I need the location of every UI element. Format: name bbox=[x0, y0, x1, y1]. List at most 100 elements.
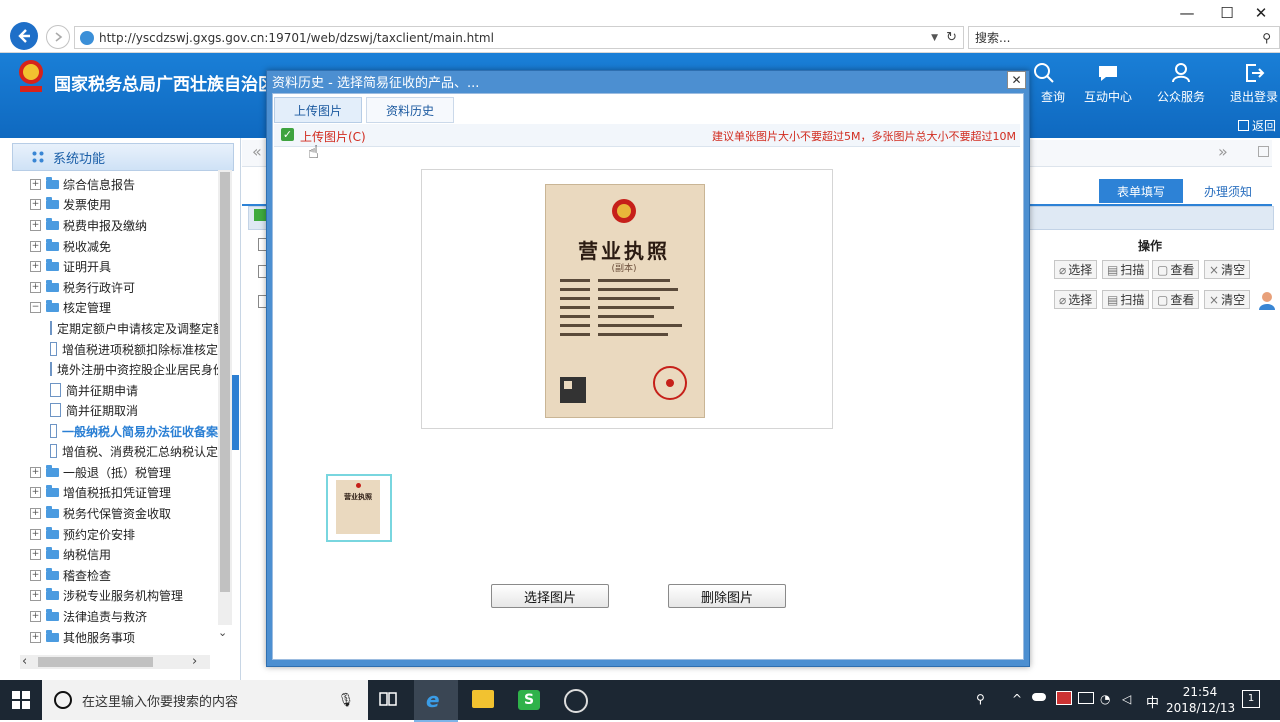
taskbar-ie-button[interactable]: e bbox=[414, 680, 458, 722]
back-link[interactable]: 返回 bbox=[1238, 117, 1276, 134]
scan-button[interactable]: ▤ 扫描 bbox=[1102, 290, 1150, 309]
address-bar[interactable]: http://yscdzswj.gxgs.gov.cn:19701/web/dz… bbox=[74, 26, 964, 49]
volume-icon[interactable]: ◁ bbox=[1122, 692, 1131, 706]
scanner-icon: ▤ bbox=[1107, 262, 1119, 277]
nav-interaction-center[interactable]: 互动中心 bbox=[1078, 58, 1138, 105]
taskbar-clock[interactable]: 21:54 2018/12/13 bbox=[1166, 684, 1235, 716]
scroll-down-icon[interactable]: ⌄ bbox=[218, 626, 227, 639]
sidebar-item[interactable]: + 其他服务事项 bbox=[30, 627, 135, 647]
scanner-icon: ▤ bbox=[1107, 292, 1119, 307]
sidebar-hscrollbar[interactable] bbox=[20, 655, 210, 669]
tab-form-fill[interactable]: 表单填写 bbox=[1099, 179, 1183, 203]
sidebar-item[interactable]: + 证明开具 bbox=[30, 256, 111, 276]
search-placeholder: 搜索... bbox=[975, 31, 1011, 45]
hand-cursor-icon: ☝ bbox=[308, 142, 319, 163]
battery-icon[interactable] bbox=[1078, 692, 1094, 704]
sidebar-item[interactable]: + 综合信息报告 bbox=[30, 174, 135, 194]
sidebar-item[interactable]: + 纳税信用 bbox=[30, 544, 111, 564]
microphone-icon[interactable]: 🎙 bbox=[337, 693, 354, 708]
sidebar-subitem[interactable]: 增值税、消费税汇总纳税认定 bbox=[50, 441, 218, 461]
sidebar-item[interactable]: + 税务代保管资金收取 bbox=[30, 503, 171, 523]
sidebar-subitem[interactable]: 增值税进项税额扣除标准核定 bbox=[50, 339, 218, 359]
sidebar-item[interactable]: + 预约定价安排 bbox=[30, 524, 135, 544]
clock-app-icon[interactable] bbox=[564, 689, 588, 713]
sidebar-scrollbar[interactable] bbox=[218, 170, 232, 625]
nav-public-service[interactable]: 公众服务 bbox=[1151, 58, 1211, 105]
select-image-button[interactable]: 选择图片 bbox=[491, 584, 609, 608]
sidebar-item[interactable]: + 涉税专业服务机构管理 bbox=[30, 585, 183, 605]
clear-button[interactable]: × 清空 bbox=[1204, 260, 1251, 279]
view-icon: ▢ bbox=[1157, 262, 1169, 277]
sidebar-subitem[interactable]: 境外注册中资控股企业居民身份 bbox=[50, 359, 218, 379]
sidebar-item[interactable]: + 法律追责与救济 bbox=[30, 606, 147, 626]
dialog-title: 资料历史 - 选择简易征收的产品、... bbox=[272, 76, 480, 91]
restore-icon[interactable] bbox=[1258, 146, 1269, 157]
service-person-icon bbox=[1172, 63, 1190, 83]
back-button[interactable] bbox=[10, 22, 38, 50]
task-view-icon[interactable] bbox=[378, 690, 400, 710]
folder-icon bbox=[46, 279, 59, 292]
browser-search-box[interactable]: 搜索... ⚲ bbox=[968, 26, 1280, 49]
network-icon[interactable]: ◔ bbox=[1100, 692, 1110, 706]
security-icon[interactable] bbox=[1056, 691, 1072, 705]
ime-indicator[interactable]: 中 bbox=[1146, 692, 1159, 711]
sidebar-item[interactable]: + 税务行政许可 bbox=[30, 277, 135, 297]
image-thumbnail[interactable]: 营业执照 bbox=[326, 474, 392, 542]
sidebar-item[interactable]: + 发票使用 bbox=[30, 194, 111, 214]
taskbar-search[interactable]: 在这里输入你要搜索的内容 🎙 bbox=[42, 680, 368, 720]
return-icon bbox=[1238, 120, 1249, 131]
document-icon bbox=[50, 342, 57, 356]
scan-button[interactable]: ▤ 扫描 bbox=[1102, 260, 1150, 279]
view-button[interactable]: ▢ 查看 bbox=[1152, 260, 1200, 279]
chevron-up-icon[interactable]: ^ bbox=[1012, 692, 1022, 706]
windows-start-button[interactable] bbox=[12, 691, 30, 712]
people-icon[interactable]: ⚲ bbox=[976, 692, 985, 706]
onedrive-icon[interactable] bbox=[1032, 693, 1046, 701]
sidebar-item[interactable]: + 一般退（抵）税管理 bbox=[30, 462, 171, 482]
notification-icon[interactable]: 1 bbox=[1242, 690, 1260, 708]
folder-icon bbox=[46, 546, 59, 559]
dialog-close-button[interactable]: ✕ bbox=[1007, 71, 1026, 89]
dropdown-icon[interactable]: ▼ bbox=[931, 33, 938, 43]
double-chevron-right-icon[interactable]: » bbox=[1218, 142, 1228, 161]
tab-upload-image[interactable]: 上传图片 bbox=[274, 97, 362, 123]
document-icon bbox=[50, 362, 52, 376]
paperclip-icon: ⌀ bbox=[1059, 262, 1067, 277]
scroll-right-icon[interactable]: › bbox=[192, 654, 197, 669]
sidebar-subitem[interactable]: 简并征期取消 bbox=[50, 400, 218, 420]
smart-assistant-widget[interactable] bbox=[1257, 290, 1279, 342]
view-button[interactable]: ▢ 查看 bbox=[1152, 290, 1200, 309]
refresh-icon[interactable]: ↻ bbox=[946, 30, 957, 45]
sidebar-header: 系统功能 bbox=[12, 143, 234, 171]
delete-image-button[interactable]: 删除图片 bbox=[668, 584, 786, 608]
ie-page-icon bbox=[80, 30, 94, 45]
forward-button[interactable] bbox=[46, 25, 70, 49]
folder-icon bbox=[46, 567, 59, 580]
sidebar-subitem[interactable]: 定期定额户申请核定及调整定额 bbox=[50, 318, 218, 338]
sidebar-subitem[interactable]: 简并征期申请 bbox=[50, 380, 218, 400]
sidebar-subitem-active[interactable]: 一般纳税人简易办法征收备案 bbox=[50, 421, 218, 441]
attach-select-button[interactable]: ⌀ 选择 bbox=[1054, 260, 1098, 279]
clear-button[interactable]: × 清空 bbox=[1204, 290, 1251, 309]
attach-select-button[interactable]: ⌀ 选择 bbox=[1054, 290, 1098, 309]
sidebar-item[interactable]: + 稽查检查 bbox=[30, 565, 111, 585]
spreadsheet-app-icon[interactable]: S bbox=[518, 690, 540, 710]
upload-checkbox[interactable]: ✓ bbox=[281, 128, 294, 141]
sidebar-item[interactable]: + 税费申报及缴纳 bbox=[30, 215, 147, 235]
nav-logout[interactable]: 退出登录 bbox=[1224, 58, 1280, 105]
tab-material-history[interactable]: 资料历史 bbox=[366, 97, 454, 123]
chat-bubble-icon bbox=[1099, 66, 1117, 81]
table-title-icon bbox=[254, 209, 266, 221]
sidebar-item[interactable]: + 税收减免 bbox=[30, 236, 111, 256]
sidebar-collapse-handle[interactable] bbox=[232, 375, 239, 450]
search-icon[interactable]: ⚲ bbox=[1262, 31, 1271, 45]
sidebar-item[interactable]: − 核定管理 bbox=[30, 297, 111, 317]
file-explorer-icon[interactable] bbox=[472, 690, 494, 708]
sidebar-item[interactable]: + 增值税抵扣凭证管理 bbox=[30, 482, 171, 502]
windows-logo-icon bbox=[12, 691, 30, 709]
tab-guide[interactable]: 办理须知 bbox=[1186, 179, 1270, 203]
double-chevron-left-icon[interactable]: « bbox=[252, 142, 262, 161]
cortana-icon bbox=[54, 691, 72, 709]
folder-icon bbox=[46, 196, 59, 209]
scroll-left-icon[interactable]: ‹ bbox=[22, 654, 27, 669]
